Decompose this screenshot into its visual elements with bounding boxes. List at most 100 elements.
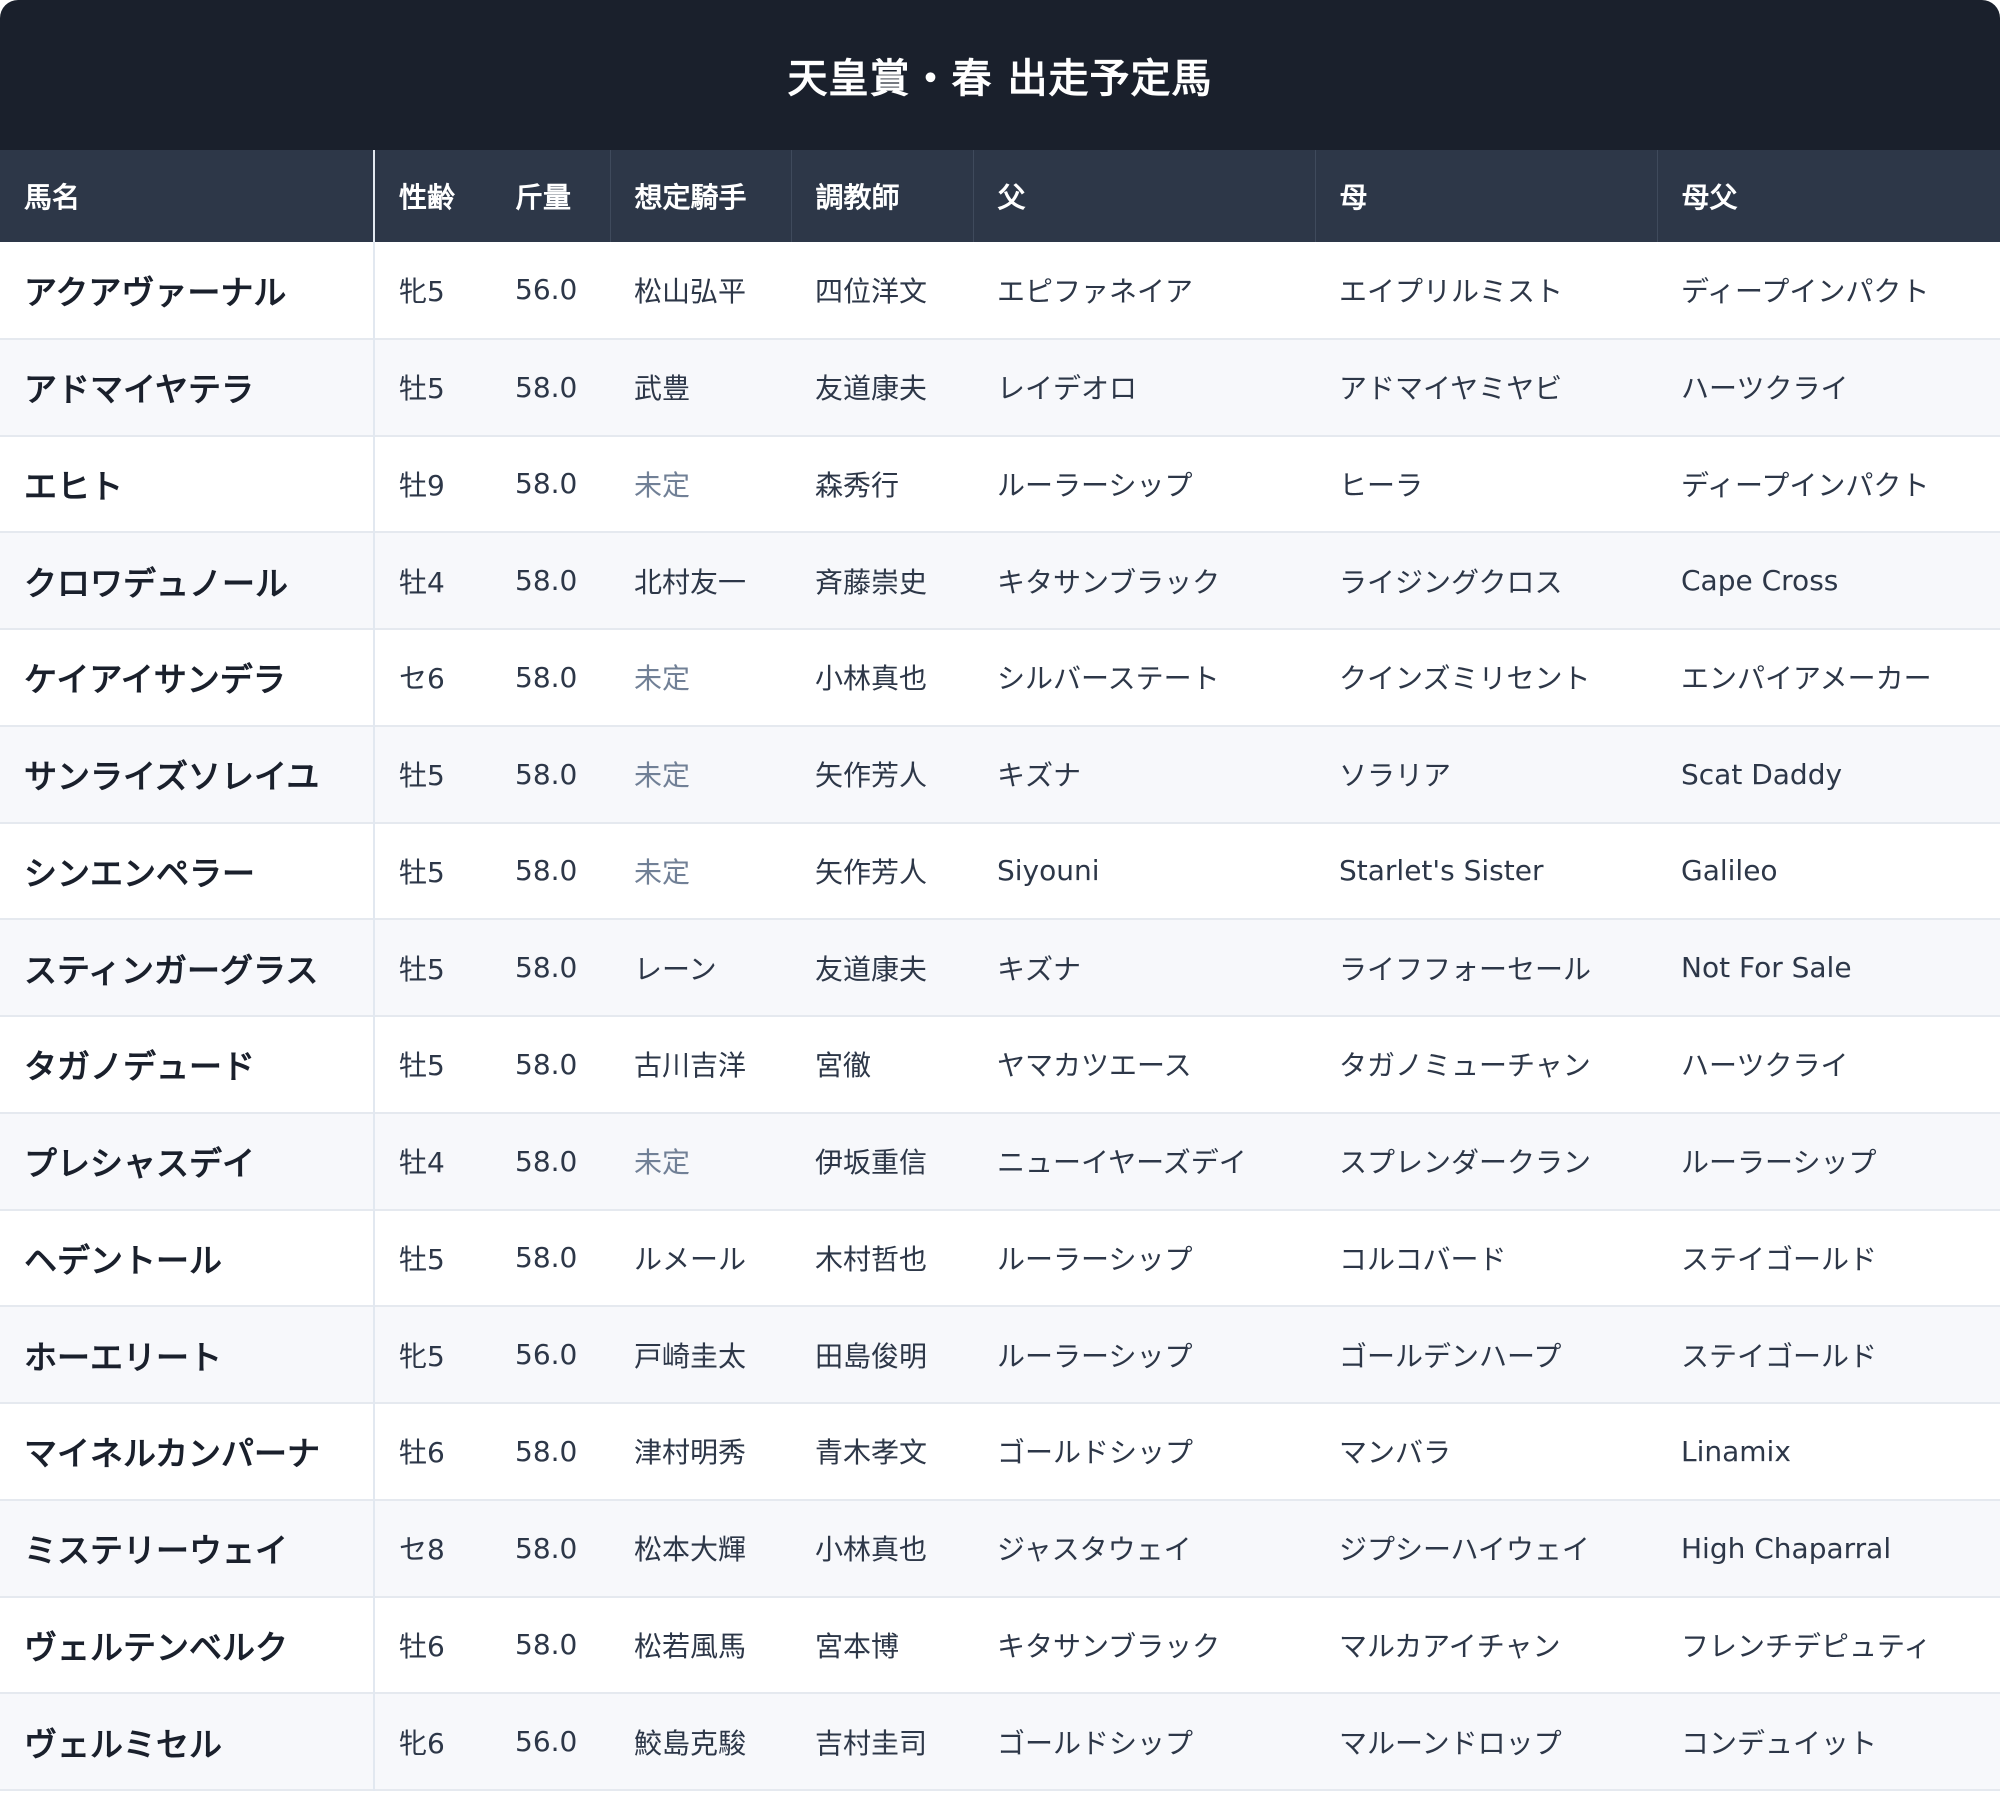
column-header-sire: 父 xyxy=(972,150,1315,242)
trainer-cell: 矢作芳人 xyxy=(815,759,928,793)
horse-name-cell: エヒト xyxy=(0,435,375,533)
trainer-cell: 小林真也 xyxy=(815,662,928,696)
jockey-cell: 未定 xyxy=(634,1146,691,1180)
jockey-cell: 松山弘平 xyxy=(634,274,747,308)
weight-cell: 56.0 xyxy=(515,273,578,307)
trainer-cell: 木村哲也 xyxy=(815,1242,928,1276)
broodmare-sire-cell: ステイゴールド xyxy=(1681,1242,1878,1276)
table-row: マイネルカンパーナ 牡6 58.0 津村明秀 青木孝文 ゴールドシップ マンバラ Linami… xyxy=(0,1403,2000,1500)
trainer-cell: 斉藤崇史 xyxy=(815,565,928,599)
jockey-cell: 未定 xyxy=(634,855,691,889)
table-row: ヴェルミセル 牝6 56.0 鮫島克駿 吉村圭司 ゴールドシップ マルーンドロップ コンデュイ… xyxy=(0,1693,2000,1790)
broodmare-sire-cell: コンデュイット xyxy=(1681,1726,1878,1760)
table-row: エヒト 牡9 58.0 未定 森秀行 ルーラーシップ ヒーラ ディープインパクト xyxy=(0,435,2000,533)
jockey-cell: 未定 xyxy=(634,759,691,793)
jockey-cell: ルメール xyxy=(634,1242,747,1276)
entries-table: 馬名 性齢 斤量 想定騎手 調教師 父 母 母父 アクアヴァーナル 牝5 56.0 松… xyxy=(0,150,2000,1791)
weight-cell: 58.0 xyxy=(515,660,578,694)
dam-cell: エイプリルミスト xyxy=(1339,274,1564,308)
horse-name-cell: ケイアイサンデラ xyxy=(0,629,375,726)
sire-cell: Siyouni xyxy=(997,854,1100,888)
dam-cell: タガノミューチャン xyxy=(1339,1049,1591,1083)
horse-name-cell: クロワデュノール xyxy=(0,532,375,629)
table-body: アクアヴァーナル 牝5 56.0 松山弘平 四位洋文 エピファネイア エイプリルミスト ディー… xyxy=(0,242,2000,1790)
sire-cell: ニューイヤーズデイ xyxy=(997,1146,1247,1180)
table-row: ミステリーウェイ セ8 58.0 松本大輝 小林真也 ジャスタウェイ ジプシーハイウェイ Hi… xyxy=(0,1499,2000,1597)
sire-cell: ヤマカツエース xyxy=(997,1049,1192,1083)
horse-name-cell: ヴェルミセル xyxy=(0,1693,375,1790)
dam-cell: クインズミリセント xyxy=(1339,662,1591,696)
dam-cell: マルーンドロップ xyxy=(1339,1726,1562,1760)
trainer-cell: 吉村圭司 xyxy=(815,1726,928,1760)
table-row: アドマイヤテラ 牡5 58.0 武豊 友道康夫 レイデオロ アドマイヤミヤビ ハーツクライ xyxy=(0,338,2000,436)
jockey-cell: 北村友一 xyxy=(634,565,747,599)
sex-age-cell: セ6 xyxy=(399,662,445,696)
trainer-cell: 矢作芳人 xyxy=(815,855,928,889)
column-header-broodmare-sire: 母父 xyxy=(1656,150,2000,242)
sire-cell: ルーラーシップ xyxy=(997,468,1193,502)
trainer-cell: 青木孝文 xyxy=(815,1436,928,1470)
broodmare-sire-cell: Not For Sale xyxy=(1681,951,1852,985)
broodmare-sire-cell: High Chaparral xyxy=(1681,1531,1892,1565)
sire-cell: レイデオロ xyxy=(997,372,1138,406)
column-header-name: 馬名 xyxy=(0,150,375,242)
weight-cell: 58.0 xyxy=(515,1144,578,1178)
dam-cell: ジプシーハイウェイ xyxy=(1339,1533,1590,1567)
weight-cell: 58.0 xyxy=(515,467,578,501)
weight-cell: 58.0 xyxy=(515,1531,578,1565)
weight-cell: 58.0 xyxy=(515,564,578,598)
table-row: スティンガーグラス 牡5 58.0 レーン 友道康夫 キズナ ライフフォーセール Not Fo… xyxy=(0,919,2000,1016)
title-bar: 天皇賞・春 出走予定馬 xyxy=(0,0,2000,150)
column-header-weight: 斤量 xyxy=(515,181,572,214)
sire-cell: エピファネイア xyxy=(997,274,1194,308)
horse-name-cell: ヴェルテンベルク xyxy=(0,1596,375,1694)
horse-name-cell: ヘデントール xyxy=(0,1209,375,1307)
table-row: ヴェルテンベルク 牡6 58.0 松若風馬 宮本博 キタサンブラック マルカアイチャン フレン… xyxy=(0,1596,2000,1694)
dam-cell: ライフフォーセール xyxy=(1339,952,1592,986)
trainer-cell: 友道康夫 xyxy=(815,952,928,986)
broodmare-sire-cell: エンパイアメーカー xyxy=(1681,662,1932,696)
jockey-cell: 松本大輝 xyxy=(634,1533,747,1567)
sex-age-cell: 牝5 xyxy=(399,274,445,308)
trainer-cell: 小林真也 xyxy=(815,1533,928,1567)
sire-cell: キズナ xyxy=(997,759,1082,793)
weight-cell: 58.0 xyxy=(515,1628,578,1662)
dam-cell: コルコバード xyxy=(1339,1242,1507,1276)
jockey-cell: レーン xyxy=(634,952,717,986)
broodmare-sire-cell: Cape Cross xyxy=(1681,564,1839,598)
column-header-jockey: 想定騎手 xyxy=(609,150,791,242)
header-row: 馬名 性齢 斤量 想定騎手 調教師 父 母 母父 xyxy=(0,150,2000,242)
sire-cell: ルーラーシップ xyxy=(997,1242,1193,1276)
sex-age-cell: 牝5 xyxy=(399,1339,445,1373)
jockey-cell: 武豊 xyxy=(634,372,691,406)
table-row: タガノデュード 牡5 58.0 古川吉洋 宮徹 ヤマカツエース タガノミューチャン ハーツクラ… xyxy=(0,1016,2000,1113)
page-title: 天皇賞・春 出走予定馬 xyxy=(787,56,1213,102)
table-row: プレシャスデイ 牡4 58.0 未定 伊坂重信 ニューイヤーズデイ スプレンダークラン ルーラ… xyxy=(0,1112,2000,1210)
trainer-cell: 宮本博 xyxy=(815,1629,900,1663)
sex-age-cell: 牡9 xyxy=(399,468,445,502)
table-row: ホーエリート 牝5 56.0 戸崎圭太 田島俊明 ルーラーシップ ゴールデンハープ ステイゴー… xyxy=(0,1306,2000,1403)
weight-cell: 58.0 xyxy=(515,951,578,985)
broodmare-sire-cell: Scat Daddy xyxy=(1681,757,1843,791)
dam-cell: マンバラ xyxy=(1339,1436,1452,1470)
weight-cell: 56.0 xyxy=(515,1725,578,1759)
broodmare-sire-cell: ディープインパクト xyxy=(1681,468,1930,502)
trainer-cell: 伊坂重信 xyxy=(815,1146,928,1180)
sex-age-cell: 牡6 xyxy=(399,1436,445,1470)
sire-cell: ゴールドシップ xyxy=(997,1436,1194,1470)
dam-cell: マルカアイチャン xyxy=(1339,1629,1561,1663)
jockey-cell: 古川吉洋 xyxy=(634,1049,747,1083)
sex-age-cell: 牡5 xyxy=(399,759,445,793)
sex-age-cell: 牡5 xyxy=(399,372,445,406)
sex-age-cell: 牡5 xyxy=(399,952,445,986)
sire-cell: キタサンブラック xyxy=(997,1629,1221,1663)
table-row: シンエンペラー 牡5 58.0 未定 矢作芳人 Siyouni Starlet's Sist… xyxy=(0,822,2000,920)
sire-cell: シルバーステート xyxy=(997,662,1220,696)
dam-cell: アドマイヤミヤビ xyxy=(1339,372,1563,406)
weight-cell: 58.0 xyxy=(515,757,578,791)
broodmare-sire-cell: Linamix xyxy=(1681,1434,1791,1468)
horse-name-cell: マイネルカンパーナ xyxy=(0,1403,375,1500)
horse-name-cell: ミステリーウェイ xyxy=(0,1499,375,1597)
table-row: サンライズソレイユ 牡5 58.0 未定 矢作芳人 キズナ ソラリア Scat Daddy xyxy=(0,725,2000,823)
broodmare-sire-cell: ハーツクライ xyxy=(1681,372,1849,406)
